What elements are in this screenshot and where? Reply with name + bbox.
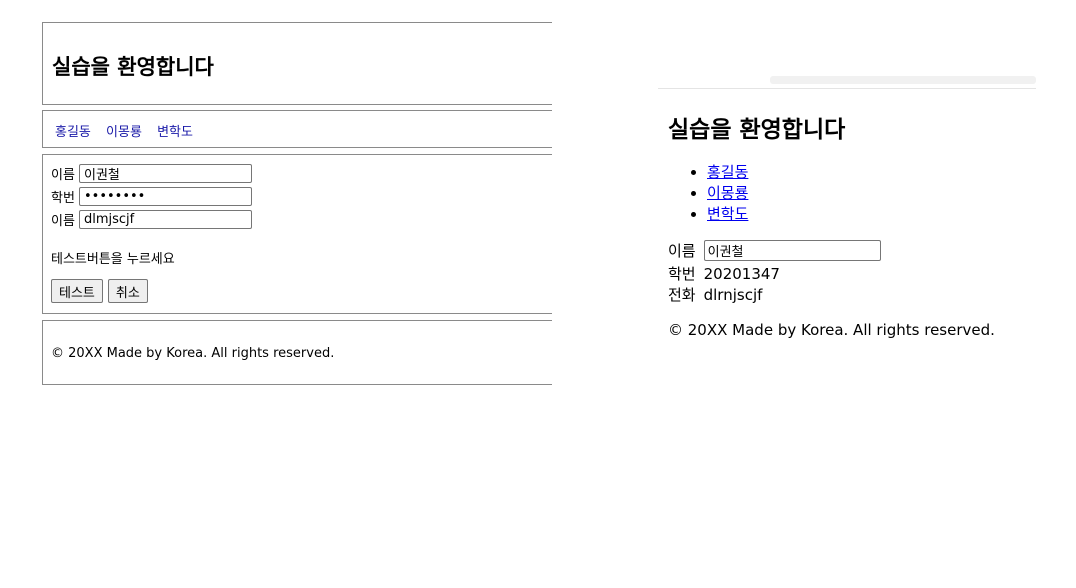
link-byeon[interactable]: 변학도 — [707, 205, 748, 223]
right-name-label: 이름 — [668, 242, 696, 260]
name-input[interactable] — [79, 164, 252, 183]
divider — [658, 88, 1036, 89]
nav-box: 홍길동 이몽룡 변학도 — [42, 110, 552, 148]
test-button[interactable]: 테스트 — [51, 279, 103, 303]
right-phone-label: 전화 — [668, 286, 696, 304]
link-lee[interactable]: 이몽룡 — [707, 184, 748, 202]
instruction-text: 테스트버튼을 누르세요 — [51, 252, 175, 267]
page-title: 실습을 환영합니다 — [668, 117, 846, 143]
list-item: 변학도 — [707, 204, 748, 225]
left-page: 실습을 환영합니다 홍길동 이몽룡 변학도 이름 학번 이름 테스트버튼을 누르… — [0, 0, 552, 588]
id-label: 학번 — [51, 191, 75, 206]
form-row-name2: 이름 — [51, 210, 252, 229]
list-item: 이몽룡 — [707, 183, 748, 204]
stage: 실습을 환영합니다 홍길동 이몽룡 변학도 이름 학번 이름 테스트버튼을 누르… — [0, 0, 1076, 588]
nav-link-hong[interactable]: 홍길동 — [55, 125, 91, 140]
right-id-label: 학번 — [668, 265, 696, 283]
right-row-id: 학번 20201347 — [668, 263, 780, 284]
form-row-name: 이름 — [51, 164, 252, 183]
button-row: 테스트 취소 — [51, 279, 148, 303]
right-row-phone: 전화 dlrnjscjf — [668, 284, 762, 305]
nav-link-lee[interactable]: 이몽룡 — [106, 125, 142, 140]
right-name-input[interactable] — [703, 240, 881, 261]
header-box: 실습을 환영합니다 — [42, 22, 552, 105]
form-row-id: 학번 — [51, 187, 252, 206]
right-footer-text: © 20XX Made by Korea. All rights reserve… — [668, 321, 995, 339]
name2-input[interactable] — [79, 210, 252, 229]
right-row-name: 이름 — [668, 240, 881, 261]
id-password-input[interactable] — [79, 187, 252, 206]
header-title: 실습을 환영합니다 — [52, 55, 214, 79]
form-box: 이름 학번 이름 테스트버튼을 누르세요 테스트 취소 — [42, 154, 552, 314]
right-page: 실습을 환영합니다 홍길동 이몽룡 변학도 이름 학번 20201347 전화 … — [658, 0, 1038, 588]
nav-links: 홍길동 이몽룡 변학도 — [55, 121, 204, 140]
link-list: 홍길동 이몽룡 변학도 — [688, 162, 748, 225]
name2-label: 이름 — [51, 214, 75, 229]
link-hong[interactable]: 홍길동 — [707, 163, 748, 181]
scrollbar-track[interactable] — [770, 76, 1036, 84]
footer-text: © 20XX Made by Korea. All rights reserve… — [51, 346, 335, 361]
cancel-button[interactable]: 취소 — [107, 279, 148, 303]
list-item: 홍길동 — [707, 162, 748, 183]
footer-box: © 20XX Made by Korea. All rights reserve… — [42, 320, 552, 385]
right-id-value: 20201347 — [703, 264, 780, 283]
nav-link-byeon[interactable]: 변학도 — [157, 125, 193, 140]
name-label: 이름 — [51, 168, 75, 183]
right-phone-value: dlrnjscjf — [703, 285, 763, 304]
